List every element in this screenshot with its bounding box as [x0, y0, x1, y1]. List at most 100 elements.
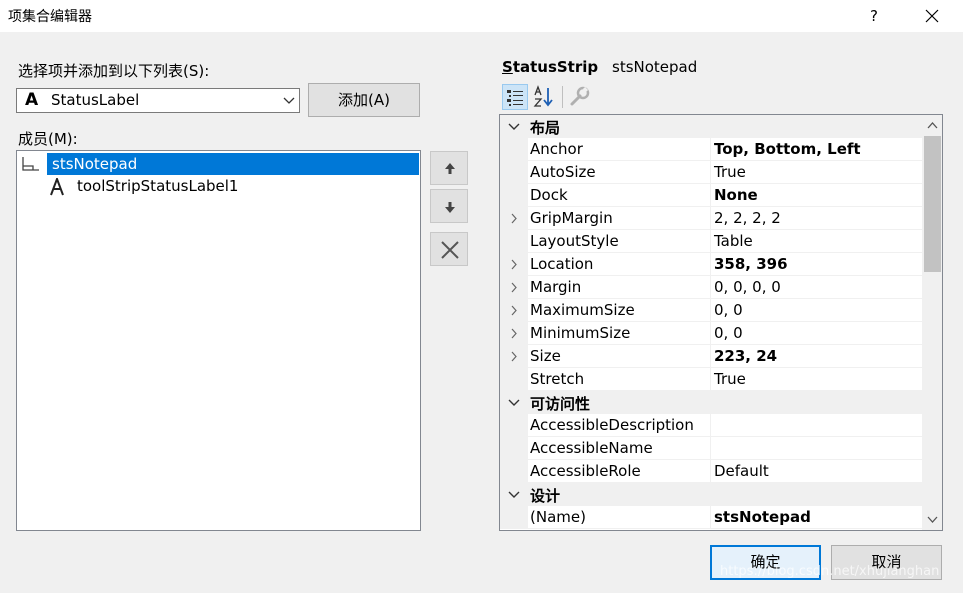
chevron-right-icon: [511, 305, 517, 316]
property-name: MinimumSize: [530, 324, 631, 342]
expand-toggle[interactable]: [506, 322, 522, 345]
column-divider: [710, 253, 711, 276]
expand-toggle[interactable]: [506, 207, 522, 230]
property-value[interactable]: 0, 0, 0, 0: [714, 278, 781, 296]
member-item-toolstripstatuslabel1[interactable]: toolStripStatusLabel1: [77, 175, 238, 197]
row-gutter: [500, 184, 528, 207]
move-up-button[interactable]: [430, 151, 468, 185]
members-list[interactable]: stsNotepad toolStripStatusLabel1: [16, 150, 421, 531]
property-row[interactable]: Stretch True: [500, 368, 922, 391]
property-row[interactable]: Size 223, 24: [500, 345, 922, 368]
property-value[interactable]: 223, 24: [714, 347, 777, 365]
chevron-down-icon: [508, 399, 520, 406]
property-value[interactable]: True: [714, 163, 746, 181]
property-name: AccessibleDescription: [530, 416, 694, 434]
row-gutter: [500, 138, 528, 161]
property-row[interactable]: Anchor Top, Bottom, Left: [500, 138, 922, 161]
chevron-up-icon: [927, 122, 938, 129]
property-row[interactable]: GripMargin 2, 2, 2, 2: [500, 207, 922, 230]
property-row[interactable]: Location 358, 396: [500, 253, 922, 276]
remove-button[interactable]: [430, 232, 468, 266]
property-row[interactable]: AccessibleName: [500, 437, 922, 460]
property-name: MaximumSize: [530, 301, 635, 319]
chevron-down-icon: [927, 516, 938, 523]
categorized-button[interactable]: [502, 84, 528, 110]
property-name: LayoutStyle: [530, 232, 619, 250]
row-gutter: [500, 437, 528, 460]
property-row[interactable]: (Name) stsNotepad: [500, 506, 922, 529]
help-button[interactable]: ?: [858, 0, 890, 32]
add-button[interactable]: 添加(A): [308, 83, 420, 117]
item-type-combo[interactable]: A StatusLabel: [16, 88, 300, 113]
scroll-thumb[interactable]: [924, 136, 941, 272]
column-divider: [710, 161, 711, 184]
column-divider: [710, 322, 711, 345]
category-toggle[interactable]: [506, 483, 522, 506]
category-toggle[interactable]: [506, 391, 522, 414]
property-value[interactable]: Top, Bottom, Left: [714, 140, 861, 158]
member-label: toolStripStatusLabel1: [77, 177, 239, 195]
row-gutter: [500, 161, 528, 184]
close-icon: [925, 9, 939, 23]
property-name: GripMargin: [530, 209, 613, 227]
delete-x-icon: [441, 241, 459, 259]
property-grid-scrollbar[interactable]: [922, 115, 942, 530]
member-item-stsnotepad[interactable]: stsNotepad: [47, 153, 419, 175]
chevron-down-icon: [283, 97, 295, 104]
category-label: 布局: [530, 119, 561, 137]
alphabetical-button[interactable]: [532, 84, 558, 110]
property-value[interactable]: stsNotepad: [714, 508, 811, 526]
property-value[interactable]: 358, 396: [714, 255, 788, 273]
property-name: (Name): [530, 508, 586, 526]
property-name: Size: [530, 347, 561, 365]
property-row[interactable]: MaximumSize 0, 0: [500, 299, 922, 322]
property-value[interactable]: Table: [714, 232, 753, 250]
property-value[interactable]: 0, 0: [714, 301, 743, 319]
property-name: Margin: [530, 278, 582, 296]
scroll-down-button[interactable]: [922, 509, 942, 530]
title-bar: 项集合编辑器 ?: [0, 0, 963, 32]
property-name: Dock: [530, 186, 568, 204]
property-value[interactable]: True: [714, 370, 746, 388]
property-row[interactable]: Margin 0, 0, 0, 0: [500, 276, 922, 299]
property-row[interactable]: LayoutStyle Table: [500, 230, 922, 253]
move-down-button[interactable]: [430, 189, 468, 223]
column-divider: [710, 368, 711, 391]
expand-toggle[interactable]: [506, 276, 522, 299]
chevron-right-icon: [511, 259, 517, 270]
property-value[interactable]: Default: [714, 462, 769, 480]
chevron-down-icon: [508, 123, 520, 130]
category-row[interactable]: 可访问性: [500, 391, 922, 414]
scroll-up-button[interactable]: [922, 115, 942, 136]
property-row[interactable]: Dock None: [500, 184, 922, 207]
column-divider: [710, 460, 711, 483]
expand-toggle[interactable]: [506, 253, 522, 276]
expand-toggle[interactable]: [506, 345, 522, 368]
property-row[interactable]: MinimumSize 0, 0: [500, 322, 922, 345]
category-row[interactable]: 布局: [500, 115, 922, 138]
property-row[interactable]: AccessibleDescription: [500, 414, 922, 437]
property-name: Stretch: [530, 370, 585, 388]
row-divider: [528, 528, 922, 529]
chevron-right-icon: [511, 213, 517, 224]
sort-az-icon: [533, 85, 553, 107]
category-label: 可访问性: [530, 395, 591, 413]
column-divider: [710, 276, 711, 299]
property-pages-button[interactable]: [566, 84, 592, 110]
categorized-icon: [507, 90, 523, 106]
property-row[interactable]: AutoSize True: [500, 161, 922, 184]
category-toggle[interactable]: [506, 115, 522, 138]
arrow-down-icon: [445, 202, 455, 213]
category-row[interactable]: 设计: [500, 483, 922, 506]
close-button[interactable]: [916, 0, 948, 32]
expand-toggle[interactable]: [506, 299, 522, 322]
property-value[interactable]: 2, 2, 2, 2: [714, 209, 781, 227]
property-grid[interactable]: 布局 Anchor Top, Bottom, Left AutoSize True Doc…: [499, 114, 943, 531]
column-divider: [710, 414, 711, 437]
column-divider: [710, 345, 711, 368]
arrow-up-icon: [445, 163, 455, 174]
watermark: https://blog.csdn.net/xhujianghan: [720, 564, 940, 579]
property-value[interactable]: None: [714, 186, 758, 204]
property-value[interactable]: 0, 0: [714, 324, 743, 342]
property-row[interactable]: AccessibleRole Default: [500, 460, 922, 483]
